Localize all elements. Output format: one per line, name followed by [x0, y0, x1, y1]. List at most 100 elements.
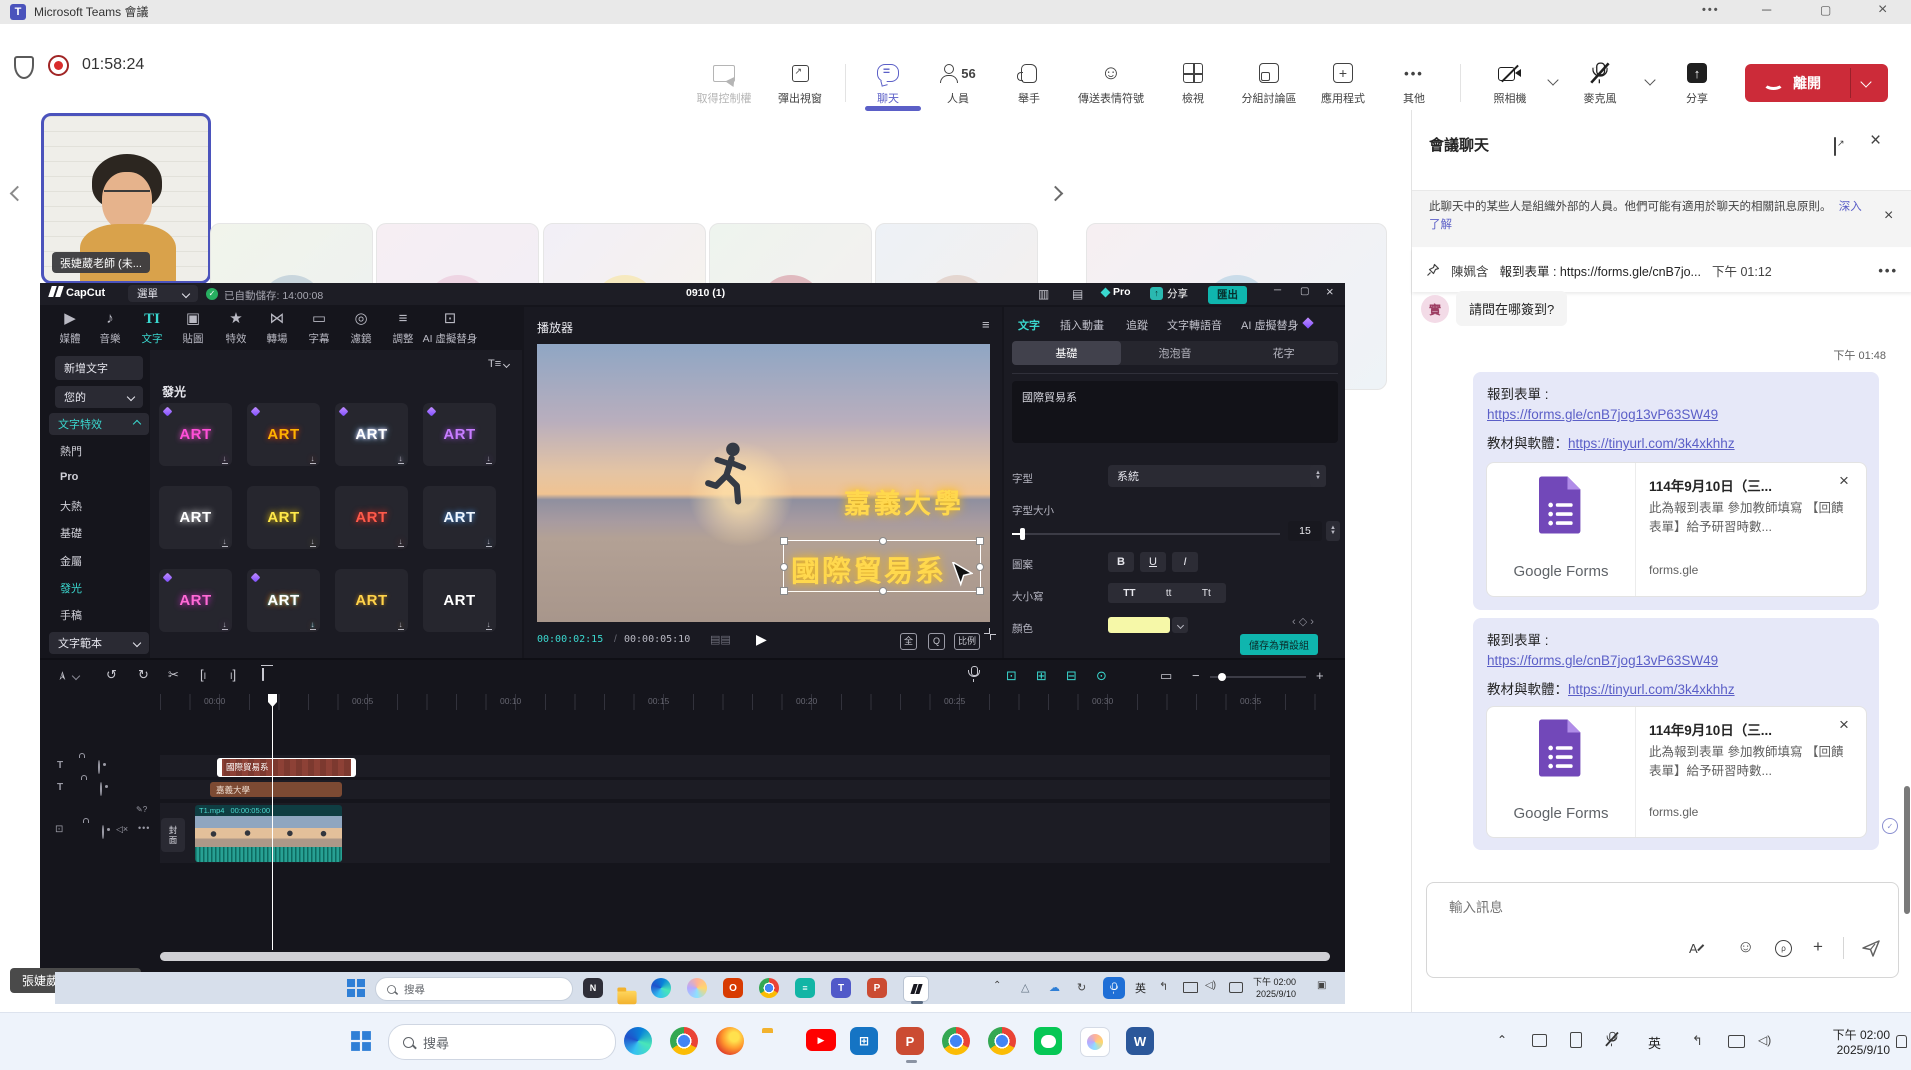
visibility-icon[interactable]	[98, 760, 100, 774]
leave-button[interactable]: 離開	[1745, 64, 1888, 102]
text-clip-selected[interactable]: 國際貿易系	[217, 758, 356, 777]
tab-ai-avatar[interactable]: ⊡AI 虛擬替身	[412, 309, 488, 346]
list-view-icon[interactable]: ▤▤	[710, 633, 731, 646]
tray-chevron[interactable]: ⌃	[1497, 1033, 1507, 1047]
more-button[interactable]: ••• 其他	[1376, 60, 1452, 106]
text-effect-tile[interactable]: ART↓	[423, 403, 496, 466]
playhead-line[interactable]	[272, 694, 273, 950]
props-tab-tracking[interactable]: 追蹤	[1126, 317, 1148, 333]
take-control-button[interactable]: 取得控制權	[686, 60, 762, 106]
font-size-stepper[interactable]: ▲▼	[1326, 521, 1340, 541]
send-icon[interactable]	[1861, 938, 1881, 958]
attach-plus-icon[interactable]: +	[1813, 937, 1823, 957]
breakout-rooms-button[interactable]: 分組討論區	[1231, 60, 1307, 106]
capcut-minimize-button[interactable]: ─	[1274, 285, 1281, 296]
tinyurl-link[interactable]: https://tinyurl.com/3k4xkhhz	[1568, 682, 1735, 697]
props-tab-tts[interactable]: 文字轉語音	[1167, 317, 1222, 333]
props-tab-text[interactable]: 文字	[1018, 317, 1040, 333]
props-tab-animation[interactable]: 插入動畫	[1060, 317, 1104, 333]
selection-handle[interactable]	[780, 587, 788, 595]
shared-app-notes[interactable]: ≡	[795, 978, 815, 998]
capcut-close-button[interactable]: ×	[1326, 284, 1334, 299]
app-calculator[interactable]: ⊞	[850, 1027, 878, 1055]
app-chrome[interactable]	[670, 1027, 698, 1055]
mute-track-icon[interactable]: ◁×	[116, 824, 128, 835]
leave-options-chevron[interactable]	[1860, 76, 1871, 87]
shared-tray-mic-active[interactable]	[1103, 977, 1125, 999]
subtab-fancy[interactable]: 花字	[1229, 341, 1338, 365]
sidebar-item-hot[interactable]: 熱門	[60, 443, 82, 459]
app-firefox[interactable]	[716, 1027, 744, 1055]
timeline-zoom-in[interactable]: +	[1316, 668, 1324, 683]
selection-handle[interactable]	[780, 563, 788, 571]
shared-tray-printer[interactable]	[1229, 982, 1243, 993]
sidebar-item-glow[interactable]: 發光	[60, 580, 82, 596]
shared-start-button[interactable]	[347, 979, 365, 997]
shared-tray-sync[interactable]: ↻	[1077, 981, 1086, 994]
sidebar-item-trending[interactable]: 大熱	[60, 498, 82, 514]
shared-tray-notifications-icon[interactable]: ▣	[1317, 980, 1326, 991]
video-clip[interactable]: T1.mp4 00:00:05:00	[195, 805, 342, 862]
font-size-slider[interactable]	[1012, 533, 1280, 535]
link-preview-card[interactable]: Google Forms 114年9月10日（三... × 此為報到表單 參加教…	[1486, 706, 1867, 838]
case-upper-button[interactable]: TT	[1123, 588, 1135, 599]
subtab-basic[interactable]: 基礎	[1012, 341, 1121, 365]
edit-track-icon[interactable]: ✎?	[136, 805, 147, 814]
sidebar-group-text-effects[interactable]: 文字特效	[49, 413, 149, 435]
text-effect-tile[interactable]: ART↓	[159, 403, 232, 466]
magnet-toggle[interactable]: ⊡	[1006, 668, 1017, 684]
window-maximize-button[interactable]: ▢	[1820, 3, 1831, 17]
shared-app-dark[interactable]: N	[583, 978, 603, 998]
shared-app-chrome[interactable]	[759, 978, 779, 998]
tray-device-icon[interactable]	[1532, 1034, 1547, 1047]
export-button[interactable]: 匯出	[1208, 286, 1247, 304]
card-close-icon[interactable]: ×	[1839, 715, 1849, 735]
text-effect-tile[interactable]: ART↓	[423, 569, 496, 632]
app-youtube[interactable]: ▶	[806, 1029, 836, 1051]
ratio-button[interactable]: 比例	[954, 633, 980, 650]
shared-tray-cloud[interactable]: ☁	[1049, 981, 1060, 994]
track-more-icon[interactable]: •••	[138, 823, 150, 833]
selection-handle[interactable]	[976, 563, 984, 571]
chat-button[interactable]: 聊天	[850, 60, 926, 106]
mic-options-chevron[interactable]	[1644, 74, 1655, 85]
selection-handle[interactable]	[780, 537, 788, 545]
selection-handle[interactable]	[879, 587, 887, 595]
message-avatar[interactable]: 實	[1421, 295, 1449, 323]
camera-button[interactable]: 照相機	[1472, 60, 1548, 106]
slider-handle[interactable]	[1020, 528, 1025, 540]
zoom-slider-handle[interactable]	[1218, 673, 1226, 681]
chat-close-icon[interactable]: ×	[1870, 130, 1881, 152]
video-preview[interactable]: 嘉義大學 國際貿易系	[537, 344, 990, 622]
capcut-share-button[interactable]: ↑ 分享	[1150, 286, 1188, 301]
text-effect-tile[interactable]: ART↓	[335, 569, 408, 632]
reactions-button[interactable]: ☺ 傳送表情符號	[1073, 60, 1149, 106]
layout-bottom-icon[interactable]: ▤	[1072, 287, 1083, 301]
clip-handle-right[interactable]	[351, 759, 355, 776]
text-effect-tile[interactable]: ART↓	[423, 486, 496, 549]
undo-button[interactable]: ↺	[106, 667, 117, 683]
share-button[interactable]: ↑ 分享	[1659, 60, 1735, 106]
app-powerpoint-active[interactable]: P	[896, 1027, 924, 1055]
outgoing-message-bubble[interactable]: 報到表單 : https://forms.gle/cnB7jog13vP63SW…	[1473, 372, 1879, 610]
incoming-message-bubble[interactable]: 請問在哪簽到?	[1456, 291, 1567, 326]
app-chrome-profile3[interactable]	[988, 1027, 1016, 1055]
save-preset-button[interactable]: 儲存為預設組	[1240, 634, 1318, 655]
props-tab-ai-avatar[interactable]: AI 虛擬替身	[1241, 317, 1298, 333]
select-tool-button[interactable]: ➢	[54, 671, 70, 682]
timeline-zoom-slider[interactable]	[1210, 676, 1306, 678]
font-select[interactable]: 系統	[1108, 465, 1316, 487]
shared-app-edge[interactable]	[651, 978, 671, 998]
underline-button[interactable]: U	[1140, 552, 1166, 572]
shared-tray-display[interactable]	[1183, 982, 1198, 993]
text-effect-tile[interactable]: ART↓	[247, 403, 320, 466]
filter-sort-icon[interactable]: T≡	[488, 358, 509, 370]
clip-handle-left[interactable]	[218, 759, 222, 776]
tinyurl-link[interactable]: https://tinyurl.com/3k4xkhhz	[1568, 436, 1735, 451]
pinned-more-icon[interactable]: •••	[1878, 263, 1898, 278]
forms-link[interactable]: https://forms.gle/cnB7jog13vP63SW49	[1487, 653, 1718, 668]
tray-clock[interactable]: 下午 02:002025/9/10	[1790, 1028, 1890, 1058]
layout-left-icon[interactable]: ▥	[1038, 287, 1049, 301]
capcut-maximize-button[interactable]: ▢	[1300, 286, 1309, 297]
selection-handle[interactable]	[976, 537, 984, 545]
